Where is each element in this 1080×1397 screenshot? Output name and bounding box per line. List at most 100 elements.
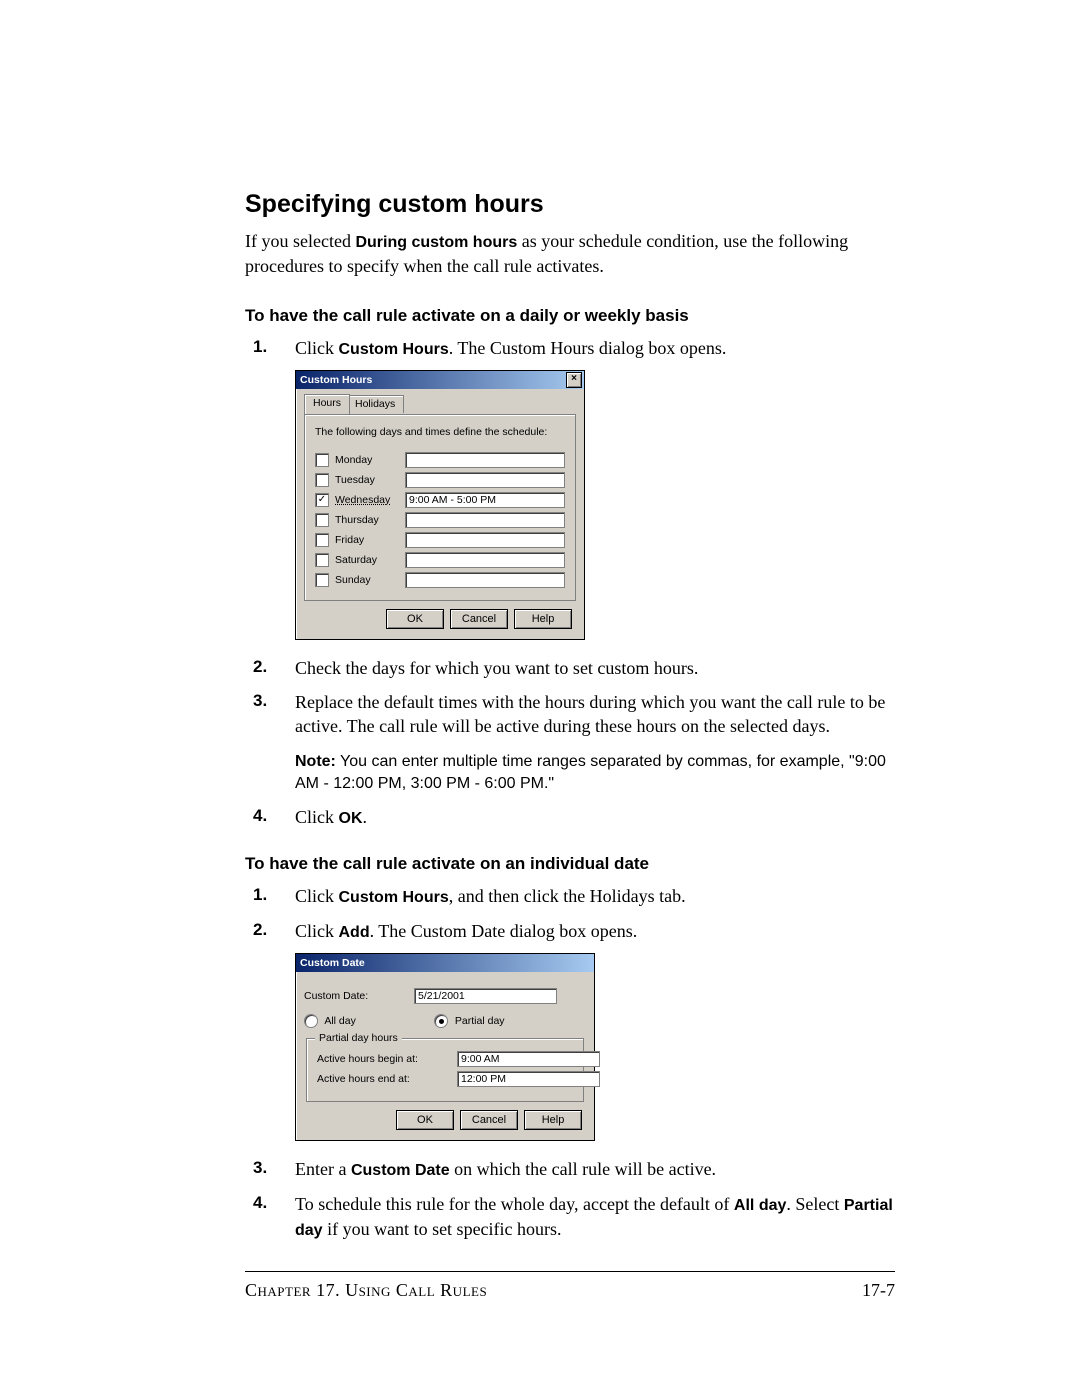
time-input-sunday[interactable] xyxy=(405,572,565,588)
note-label: Note: xyxy=(295,753,336,770)
label-sunday[interactable]: Sunday xyxy=(335,573,405,587)
checkbox-wednesday[interactable]: ✓ xyxy=(315,493,329,507)
row-custom-date: Custom Date: xyxy=(304,988,586,1004)
input-custom-date[interactable] xyxy=(414,988,557,1004)
time-input-monday[interactable] xyxy=(405,452,565,468)
step-text: Check the days for which you want to set… xyxy=(295,658,698,678)
step-text: To schedule this rule for the whole day,… xyxy=(295,1194,734,1214)
label-all-day[interactable]: All day xyxy=(324,1015,356,1027)
step-bold: Custom Hours xyxy=(339,889,449,906)
step-text: Replace the default times with the hours… xyxy=(295,692,885,736)
step-num: 1. xyxy=(253,336,267,359)
window-title: Custom Date xyxy=(300,956,365,970)
cancel-button[interactable]: Cancel xyxy=(460,1110,518,1130)
step-bold: All day xyxy=(734,1197,786,1214)
tab-hours[interactable]: Hours xyxy=(304,394,350,414)
label-begin: Active hours begin at: xyxy=(317,1052,457,1066)
label-monday[interactable]: Monday xyxy=(335,453,405,467)
tab-holidays[interactable]: Holidays xyxy=(346,395,404,413)
step-text: . The Custom Hours dialog box opens. xyxy=(449,338,727,358)
intro-paragraph: If you selected During custom hours as y… xyxy=(245,229,895,278)
input-end[interactable] xyxy=(457,1071,600,1087)
page-footer: Chapter 17. Using Call Rules 17-7 xyxy=(245,1280,895,1301)
time-input-wednesday[interactable] xyxy=(405,492,565,508)
row-tuesday: Tuesday xyxy=(315,472,565,488)
cancel-button[interactable]: Cancel xyxy=(450,609,508,629)
time-input-saturday[interactable] xyxy=(405,552,565,568)
step-num: 2. xyxy=(253,919,267,942)
row-end: Active hours end at: xyxy=(317,1071,573,1087)
custom-date-dialog: Custom Date Custom Date: All day xyxy=(295,953,595,1141)
tab-panel-hours: The following days and times define the … xyxy=(304,414,576,600)
radio-all-day[interactable] xyxy=(304,1014,318,1028)
step-num: 1. xyxy=(253,884,267,907)
step-text: Enter a xyxy=(295,1159,351,1179)
titlebar[interactable]: Custom Date xyxy=(296,954,594,972)
titlebar[interactable]: Custom Hours × xyxy=(296,371,584,389)
checkbox-sunday[interactable] xyxy=(315,573,329,587)
step-3: 3. Enter a Custom Date on which the call… xyxy=(295,1157,895,1182)
help-button[interactable]: Help xyxy=(524,1110,582,1130)
row-friday: Friday xyxy=(315,532,565,548)
steps-individual-date: 1. Click Custom Hours, and then click th… xyxy=(245,884,895,1241)
step-2: 2. Click Add. The Custom Date dialog box… xyxy=(295,919,895,1142)
row-saturday: Saturday xyxy=(315,552,565,568)
legend-partial-hours: Partial day hours xyxy=(315,1031,402,1045)
fieldset-partial-hours: Partial day hours Active hours begin at:… xyxy=(306,1038,584,1102)
step-1: 1. Click Custom Hours. The Custom Hours … xyxy=(295,336,895,640)
custom-hours-dialog: Custom Hours × Hours Holidays The follow… xyxy=(295,370,585,639)
steps-daily-weekly: 1. Click Custom Hours. The Custom Hours … xyxy=(245,336,895,830)
footer-page-number: 17-7 xyxy=(862,1280,895,1301)
days-grid: Monday Tuesday ✓ Wedn xyxy=(315,452,565,588)
step-note: Note: You can enter multiple time ranges… xyxy=(295,751,895,796)
step-3: 3. Replace the default times with the ho… xyxy=(295,690,895,795)
row-thursday: Thursday xyxy=(315,512,565,528)
label-saturday[interactable]: Saturday xyxy=(335,553,405,567)
checkbox-friday[interactable] xyxy=(315,533,329,547)
label-tuesday[interactable]: Tuesday xyxy=(335,473,405,487)
step-text: Click xyxy=(295,886,339,906)
input-begin[interactable] xyxy=(457,1051,600,1067)
dialog-buttons: OK Cancel Help xyxy=(304,609,572,629)
schedule-caption: The following days and times define the … xyxy=(315,425,565,439)
radio-partial-day[interactable] xyxy=(434,1014,448,1028)
label-friday[interactable]: Friday xyxy=(335,533,405,547)
subhead-individual-date: To have the call rule activate on an ind… xyxy=(245,854,895,874)
label-custom-date: Custom Date: xyxy=(304,989,414,1003)
step-text: Click xyxy=(295,338,339,358)
step-4: 4. To schedule this rule for the whole d… xyxy=(295,1192,895,1241)
step-num: 4. xyxy=(253,1192,267,1215)
tabs: Hours Holidays xyxy=(304,395,576,415)
close-icon[interactable]: × xyxy=(566,372,582,388)
ok-button[interactable]: OK xyxy=(396,1110,454,1130)
label-partial-day[interactable]: Partial day xyxy=(455,1015,505,1027)
step-bold: OK xyxy=(339,810,363,827)
time-input-tuesday[interactable] xyxy=(405,472,565,488)
label-end: Active hours end at: xyxy=(317,1072,457,1086)
checkbox-tuesday[interactable] xyxy=(315,473,329,487)
step-1: 1. Click Custom Hours, and then click th… xyxy=(295,884,895,909)
step-text: . xyxy=(363,807,368,827)
step-4: 4. Click OK. xyxy=(295,805,895,830)
step-text: . The Custom Date dialog box opens. xyxy=(370,921,638,941)
label-thursday[interactable]: Thursday xyxy=(335,513,405,527)
footer-rule xyxy=(245,1271,895,1272)
step-text: Click xyxy=(295,807,339,827)
checkbox-monday[interactable] xyxy=(315,453,329,467)
time-input-friday[interactable] xyxy=(405,532,565,548)
step-text: on which the call rule will be active. xyxy=(450,1159,716,1179)
checkbox-thursday[interactable] xyxy=(315,513,329,527)
ok-button[interactable]: OK xyxy=(386,609,444,629)
step-text: if you want to set specific hours. xyxy=(323,1219,562,1239)
figure-custom-hours: Custom Hours × Hours Holidays The follow… xyxy=(295,370,895,639)
help-button[interactable]: Help xyxy=(514,609,572,629)
time-input-thursday[interactable] xyxy=(405,512,565,528)
checkbox-saturday[interactable] xyxy=(315,553,329,567)
step-num: 3. xyxy=(253,1157,267,1180)
step-text: Click xyxy=(295,921,339,941)
label-wednesday[interactable]: Wednesday xyxy=(335,493,405,507)
row-begin: Active hours begin at: xyxy=(317,1051,573,1067)
step-bold: Custom Hours xyxy=(339,341,449,358)
window-title: Custom Hours xyxy=(300,373,372,387)
subhead-daily-weekly: To have the call rule activate on a dail… xyxy=(245,306,895,326)
